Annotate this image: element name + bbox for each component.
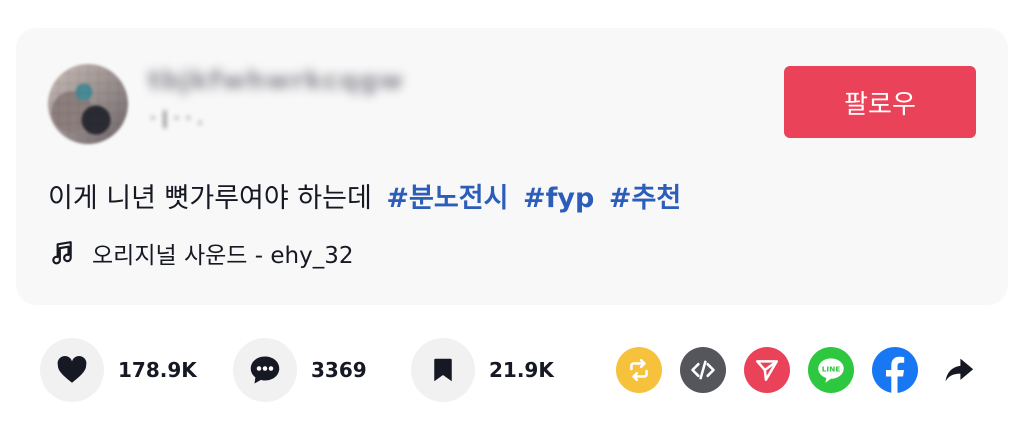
comment-icon — [233, 338, 297, 402]
facebook-icon[interactable] — [872, 347, 918, 393]
repost-icon[interactable] — [616, 347, 662, 393]
embed-icon[interactable] — [680, 347, 726, 393]
svg-text:LINE: LINE — [822, 365, 841, 374]
bookmark-count: 21.9K — [489, 358, 554, 382]
author-username[interactable]: tbjkfwhwrkcqgw — [148, 66, 448, 102]
hashtag-link[interactable]: #추천 — [609, 183, 681, 214]
post-caption: 이게 니년 뼛가루여야 하는데 #분노전시 #fyp #추천 — [48, 176, 681, 215]
heart-icon — [40, 338, 104, 402]
like-button[interactable]: 178.9K — [40, 338, 197, 402]
author-nickname: ·|··. — [150, 108, 209, 129]
caption-text: 이게 니년 뼛가루여야 하는데 — [48, 183, 372, 214]
like-count: 178.9K — [118, 358, 197, 382]
comment-button[interactable]: 3369 — [233, 338, 367, 402]
author-avatar[interactable] — [48, 64, 128, 144]
music-note-icon — [48, 239, 76, 267]
send-icon[interactable] — [744, 347, 790, 393]
bookmark-icon — [411, 338, 475, 402]
bookmark-button[interactable]: 21.9K — [411, 338, 554, 402]
avatar-pixelation — [48, 64, 128, 144]
music-label: 오리지널 사운드 - ehy_32 — [92, 243, 354, 269]
line-icon[interactable]: LINE — [808, 347, 854, 393]
music-link[interactable]: 오리지널 사운드 - ehy_32 — [48, 236, 353, 270]
hashtag-link[interactable]: #분노전시 — [386, 183, 508, 214]
share-arrow-icon[interactable] — [936, 347, 982, 393]
follow-button[interactable]: 팔로우 — [784, 66, 976, 138]
comment-count: 3369 — [311, 358, 367, 382]
hashtag-link[interactable]: #fyp — [523, 183, 594, 214]
